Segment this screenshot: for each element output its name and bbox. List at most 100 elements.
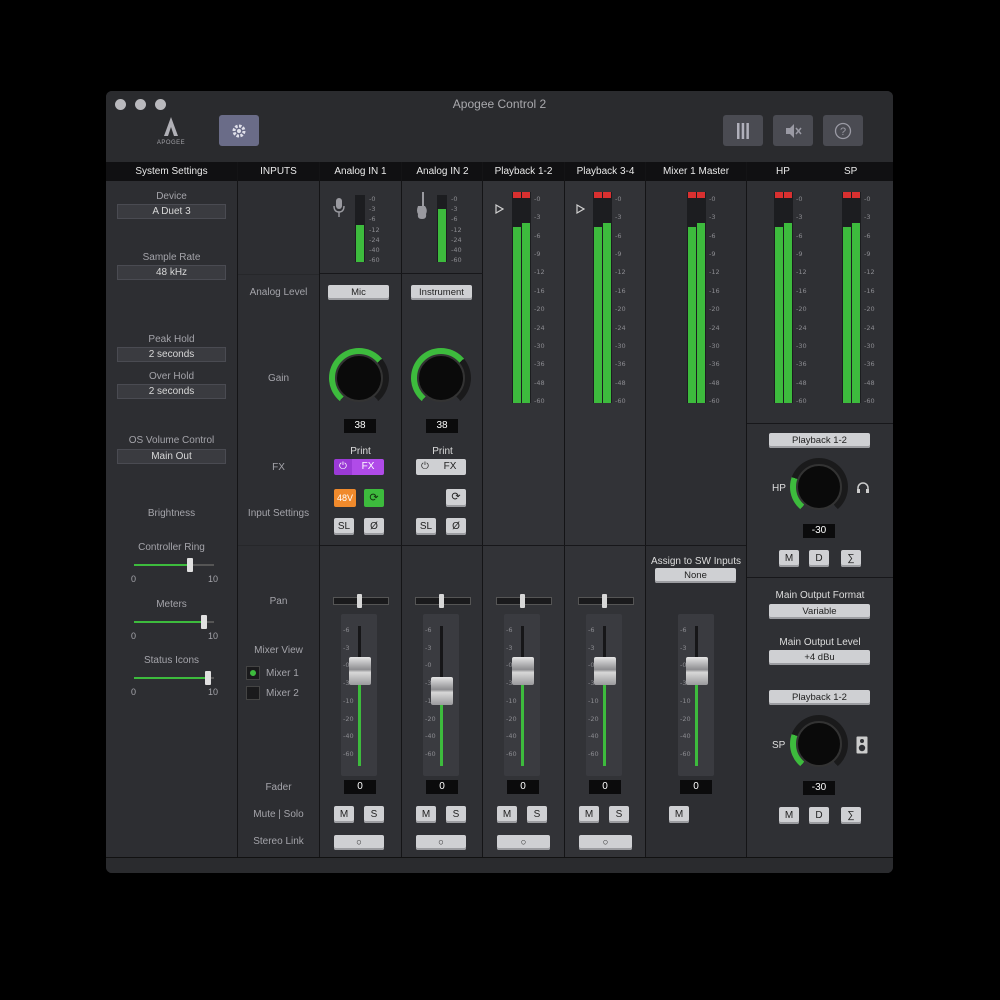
scale-tick: -6 bbox=[343, 626, 350, 634]
status-icons-slider[interactable] bbox=[205, 671, 211, 685]
analog-in-2-mute-button[interactable]: M bbox=[416, 806, 436, 823]
scale-tick: -3 bbox=[796, 213, 803, 222]
scale-tick: -20 bbox=[796, 305, 807, 314]
meters-slider[interactable] bbox=[201, 615, 207, 629]
sp-volume-value: -30 bbox=[803, 781, 835, 795]
headphones-icon bbox=[857, 482, 869, 493]
scale-tick: -20 bbox=[680, 714, 691, 723]
sp-source-select[interactable]: Playback 1-2 bbox=[769, 690, 870, 705]
analog-in-2-phase-button[interactable]: Ø bbox=[446, 518, 466, 535]
analog-in-2-level-button[interactable]: Instrument bbox=[411, 285, 472, 300]
analog-in-2-gain-value: 38 bbox=[426, 419, 458, 433]
scale-tick: -40 bbox=[451, 245, 462, 254]
analog-in-1-fx-button[interactable]: FX bbox=[352, 459, 384, 475]
mute-solo-label: Mute | Solo bbox=[253, 809, 304, 820]
playback-1-2-fader-handle[interactable] bbox=[512, 657, 534, 685]
mixer-master-mute-button[interactable]: M bbox=[669, 806, 689, 823]
analog-in-1-mute-button[interactable]: M bbox=[334, 806, 354, 823]
phantom-power-button[interactable]: 48V bbox=[334, 489, 356, 507]
scale-tick: -40 bbox=[506, 732, 517, 741]
mixer-master-fader-handle[interactable] bbox=[686, 657, 708, 685]
analog-in-2-fader-value: 0 bbox=[426, 780, 458, 794]
scale-tick: -10 bbox=[506, 696, 517, 705]
scale-tick: -20 bbox=[343, 714, 354, 723]
analog-in-2-fx-power-button[interactable]: ⏻ bbox=[416, 459, 434, 475]
sp-sum-button[interactable]: ∑ bbox=[841, 807, 861, 824]
main-output-level-select[interactable]: +4 dBu bbox=[769, 650, 870, 665]
over-hold-select[interactable]: 2 seconds bbox=[117, 384, 226, 399]
header-playback-3-4: Playback 3-4 bbox=[565, 162, 646, 181]
analog-in-1-fader-handle[interactable] bbox=[349, 657, 371, 685]
sample-rate-select[interactable]: 48 kHz bbox=[117, 265, 226, 280]
analog-in-1-input-settings-button[interactable]: ⟳ bbox=[364, 489, 384, 507]
mute-speaker-button[interactable] bbox=[773, 115, 813, 146]
main-output-level-label: Main Output Level bbox=[779, 637, 861, 648]
analog-in-2-fx-button[interactable]: FX bbox=[434, 459, 466, 475]
mixer-view-button[interactable] bbox=[723, 115, 763, 146]
playback-1-2-pan-handle[interactable] bbox=[520, 594, 525, 608]
scale-tick: -24 bbox=[534, 323, 545, 332]
peak-hold-label: Peak Hold bbox=[148, 334, 195, 345]
device-label: Device bbox=[156, 191, 187, 202]
analog-in-1-stereo-link-button[interactable]: ○ bbox=[334, 835, 384, 850]
playback-3-4-solo-button[interactable]: S bbox=[609, 806, 629, 823]
analog-in-2-fader-handle[interactable] bbox=[431, 677, 453, 705]
peak-hold-select[interactable]: 2 seconds bbox=[117, 347, 226, 362]
analog-in-1-soft-limit-button[interactable]: SL bbox=[334, 518, 354, 535]
scale-tick: -0 bbox=[534, 195, 541, 203]
hp-source-select[interactable]: Playback 1-2 bbox=[769, 433, 870, 448]
playback-3-4-pan-handle[interactable] bbox=[602, 594, 607, 608]
scale-tick: -6 bbox=[864, 231, 871, 240]
main-output-format-select[interactable]: Variable bbox=[769, 604, 870, 619]
sp-dim-button[interactable]: D bbox=[809, 807, 829, 824]
controller-ring-slider[interactable] bbox=[187, 558, 193, 572]
device-select[interactable]: A Duet 3 bbox=[117, 204, 226, 219]
scale-tick: -24 bbox=[864, 323, 875, 332]
scale-tick: -0 bbox=[796, 195, 803, 203]
analog-in-1-pan-handle[interactable] bbox=[357, 594, 362, 608]
playback-3-4-fader-handle[interactable] bbox=[594, 657, 616, 685]
hp-mute-button[interactable]: M bbox=[779, 550, 799, 567]
analog-in-1-level-button[interactable]: Mic bbox=[328, 285, 389, 300]
analog-in-2-input-settings-button[interactable]: ⟳ bbox=[446, 489, 466, 507]
hp-volume-knob[interactable] bbox=[790, 458, 848, 516]
playback-3-4-mute-button[interactable]: M bbox=[579, 806, 599, 823]
analog-in-1-gain-knob[interactable] bbox=[329, 348, 389, 408]
help-button[interactable]: ? bbox=[823, 115, 863, 146]
stereo-link-label: Stereo Link bbox=[253, 836, 304, 847]
analog-in-1-fx-power-button[interactable]: ⏻ bbox=[334, 459, 352, 475]
status-icons-min: 0 bbox=[131, 687, 137, 697]
playback-1-2-solo-button[interactable]: S bbox=[527, 806, 547, 823]
analog-in-1-phase-button[interactable]: Ø bbox=[364, 518, 384, 535]
analog-in-2-gain-knob[interactable] bbox=[411, 348, 471, 408]
header-system-settings: System Settings bbox=[106, 162, 237, 181]
settings-button[interactable] bbox=[219, 115, 259, 146]
hp-dim-button[interactable]: D bbox=[809, 550, 829, 567]
mixer-2-radio[interactable] bbox=[246, 686, 260, 700]
playback-3-4-stereo-link-button[interactable]: ○ bbox=[579, 835, 632, 850]
analog-in-2-soft-limit-button[interactable]: SL bbox=[416, 518, 436, 535]
playback-1-2-mute-button[interactable]: M bbox=[497, 806, 517, 823]
mixer-2-label: Mixer 2 bbox=[266, 688, 299, 699]
hp-sum-button[interactable]: ∑ bbox=[841, 550, 861, 567]
sliders-icon bbox=[737, 122, 749, 139]
playback-3-4-meter bbox=[593, 192, 612, 403]
scale-tick: -6 bbox=[796, 231, 803, 240]
status-icons-max: 10 bbox=[208, 687, 219, 697]
analog-in-2-pan-handle[interactable] bbox=[439, 594, 444, 608]
sp-mute-button[interactable]: M bbox=[779, 807, 799, 824]
controller-ring-fill bbox=[134, 564, 190, 566]
analog-in-2-solo-button[interactable]: S bbox=[446, 806, 466, 823]
analog-in-2-stereo-link-button[interactable]: ○ bbox=[416, 835, 466, 850]
scale-tick: -60 bbox=[864, 397, 875, 405]
playback-1-2-stereo-link-button[interactable]: ○ bbox=[497, 835, 550, 850]
assign-sw-inputs-select[interactable]: None bbox=[655, 568, 736, 583]
scale-tick: -20 bbox=[534, 305, 545, 314]
sp-volume-knob[interactable] bbox=[790, 715, 848, 773]
analog-in-1-solo-button[interactable]: S bbox=[364, 806, 384, 823]
refresh-icon: ⟳ bbox=[451, 491, 461, 503]
microphone-icon bbox=[333, 198, 345, 217]
mixer-1-radio[interactable] bbox=[246, 666, 260, 680]
scale-tick: -60 bbox=[796, 397, 807, 405]
os-volume-select[interactable]: Main Out bbox=[117, 449, 226, 464]
